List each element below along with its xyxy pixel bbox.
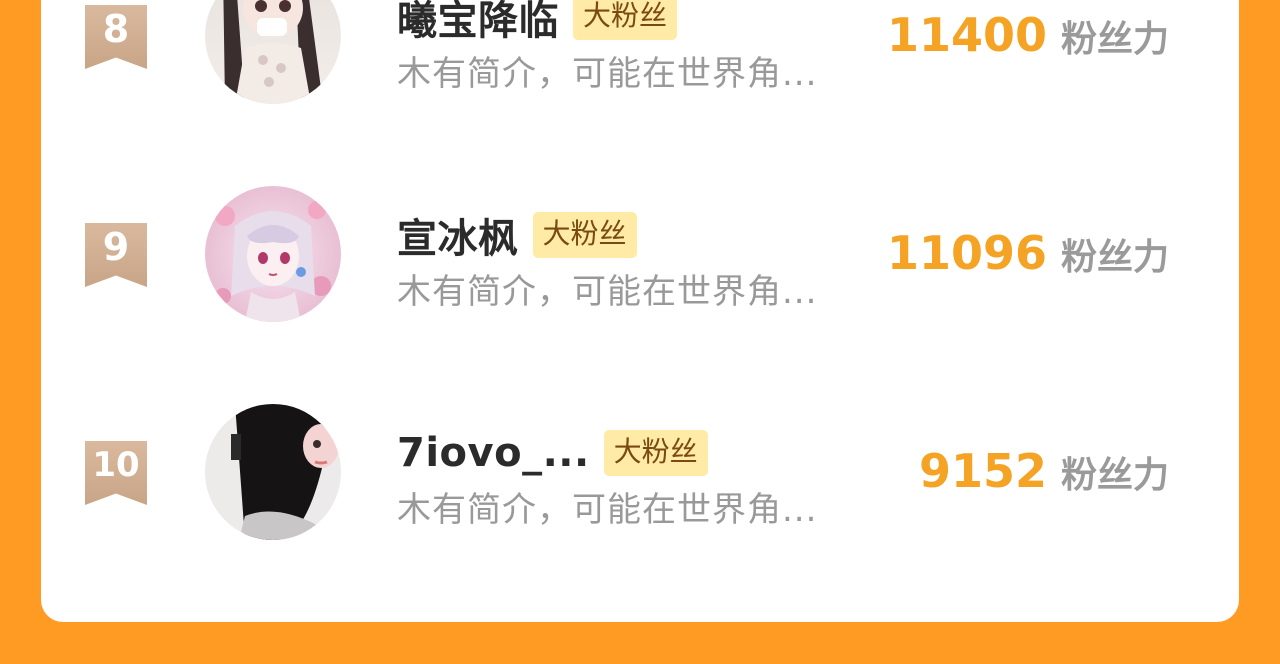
fan-power-score: 11400 粉丝力 (887, 8, 1169, 62)
ranking-row[interactable]: 9 宣冰枫 大粉丝 木有简介，可能在世界角... 11096 粉丝力 (41, 178, 1239, 322)
score-value: 11400 (886, 8, 1047, 62)
score-value: 9152 (918, 444, 1047, 498)
user-name[interactable]: 宣冰枫 (397, 206, 519, 264)
rank-ribbon: 9 (85, 223, 147, 287)
user-bio: 木有简介，可能在世界角... (397, 490, 818, 530)
avatar[interactable] (205, 404, 341, 540)
rank-ribbon: 10 (85, 441, 147, 505)
ranking-row[interactable]: 10 7iovo_... 大粉丝 木有简介，可能在世界角... 9152 粉丝力 (41, 396, 1239, 540)
rank-ribbon: 8 (85, 5, 147, 69)
user-bio: 木有简介，可能在世界角... (397, 272, 818, 312)
fan-power-score: 11096 粉丝力 (887, 226, 1169, 280)
user-name[interactable]: 曦宝降临 (397, 0, 559, 46)
ranking-row[interactable]: 8 曦宝降临 大粉丝 木有简介，可能在世界角... 11400 粉丝力 (41, 0, 1239, 104)
ranking-card: 8 曦宝降临 大粉丝 木有简介，可能在世界角... 11400 粉丝力 9 宣冰… (41, 0, 1239, 622)
fan-level-badge: 大粉丝 (603, 430, 708, 476)
score-unit: 粉丝力 (1060, 455, 1169, 496)
score-value: 11096 (886, 226, 1047, 280)
user-bio: 木有简介，可能在世界角... (397, 54, 818, 94)
score-unit: 粉丝力 (1060, 19, 1169, 60)
fan-level-badge: 大粉丝 (532, 212, 637, 258)
fan-power-score: 9152 粉丝力 (919, 444, 1169, 498)
avatar[interactable] (205, 186, 341, 322)
avatar[interactable] (205, 0, 341, 104)
fan-level-badge: 大粉丝 (573, 0, 678, 40)
user-name[interactable]: 7iovo_... (397, 430, 590, 476)
score-unit: 粉丝力 (1060, 237, 1169, 278)
